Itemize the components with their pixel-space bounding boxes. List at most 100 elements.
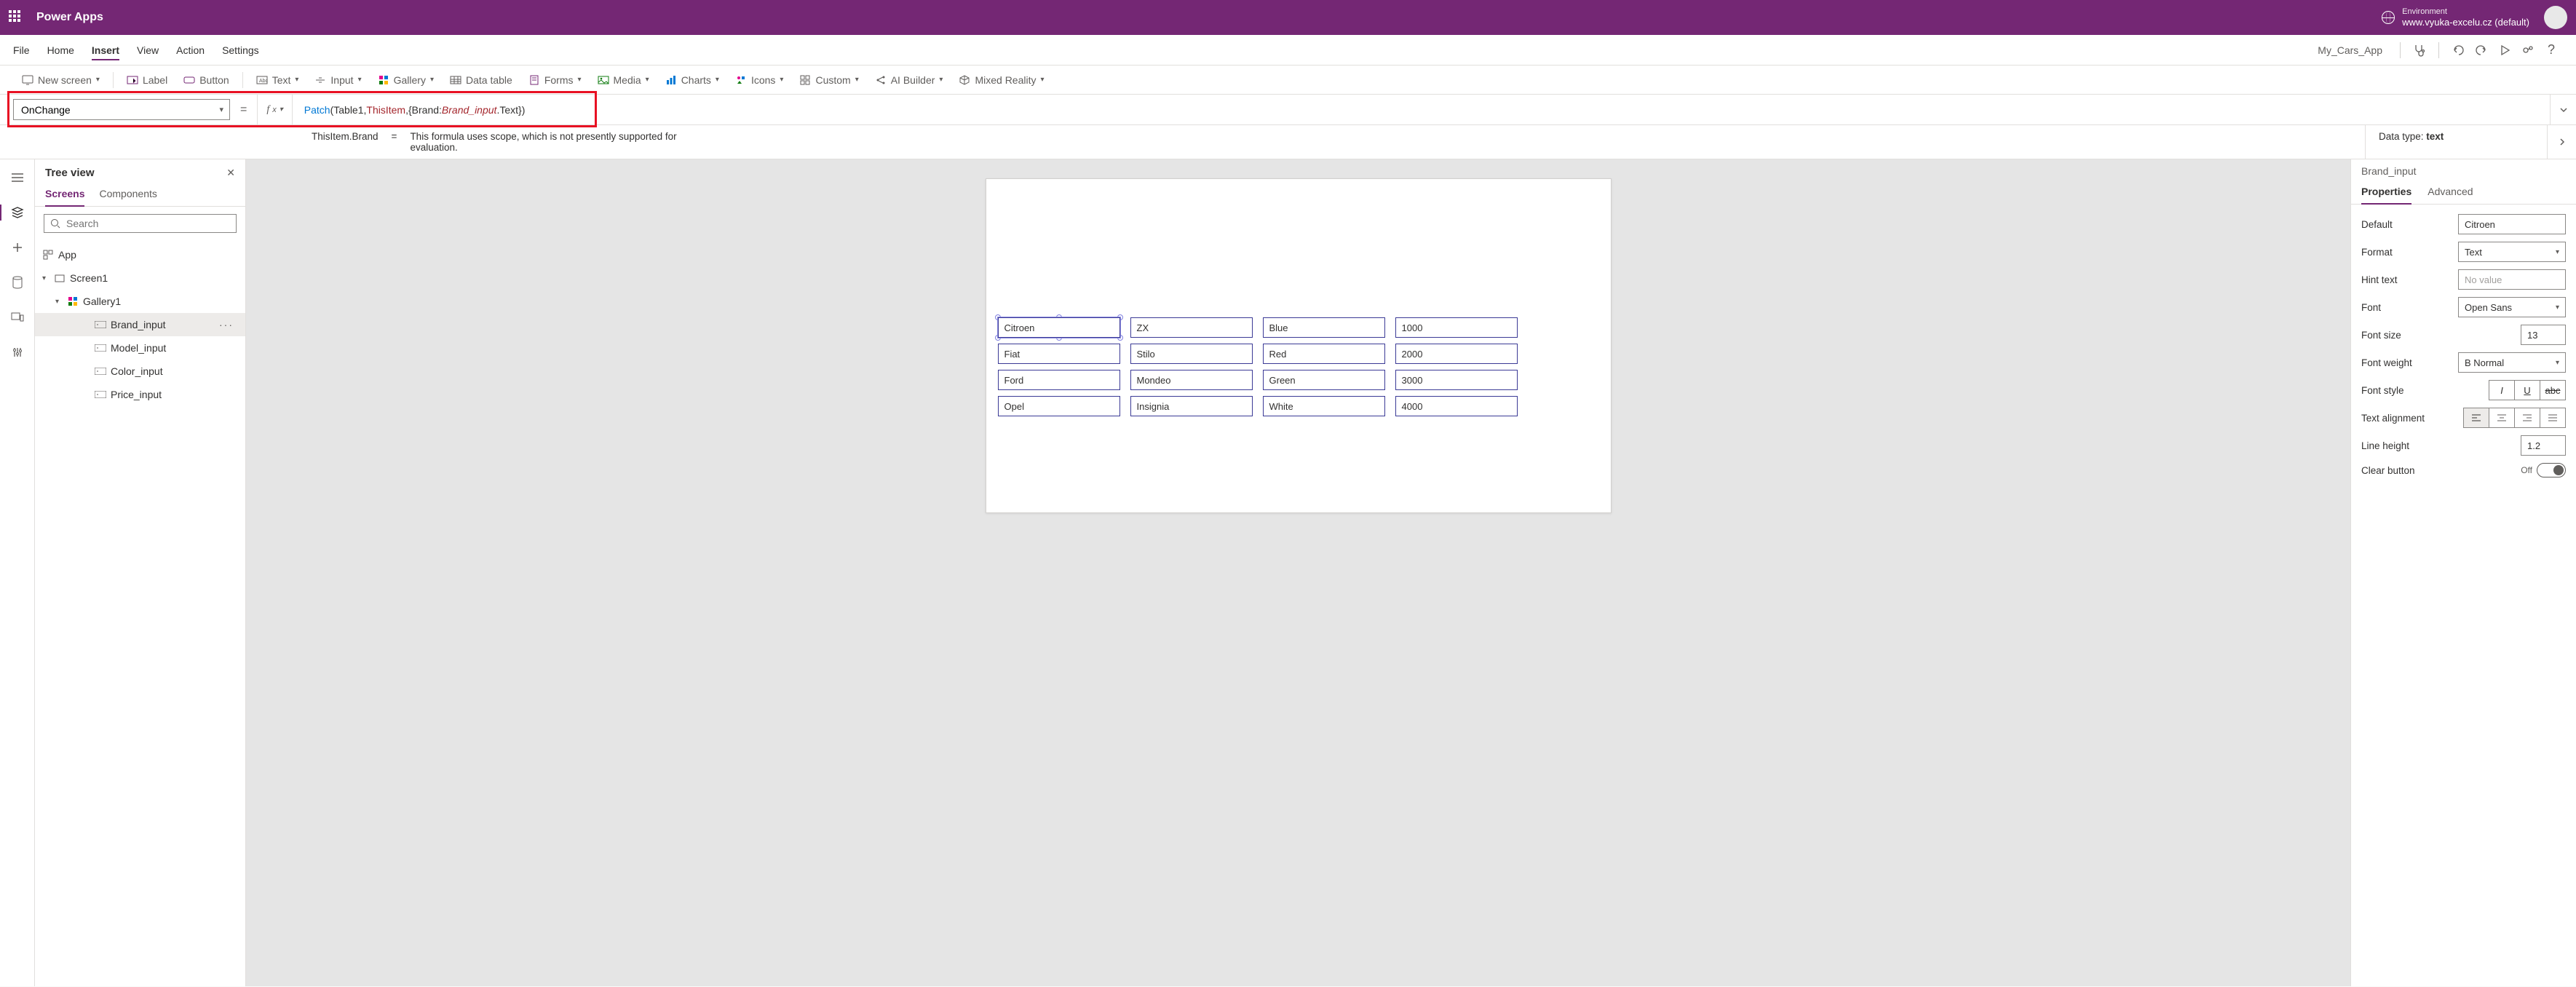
color-input-cell[interactable]: Green bbox=[1263, 370, 1385, 390]
price-input-cell[interactable]: 2000 bbox=[1395, 344, 1518, 364]
font-weight-select[interactable]: B Normal▾ bbox=[2458, 352, 2566, 373]
price-input-cell[interactable]: 3000 bbox=[1395, 370, 1518, 390]
info-next-button[interactable] bbox=[2547, 125, 2576, 159]
model-input-cell[interactable]: Stilo bbox=[1130, 344, 1253, 364]
menu-action[interactable]: Action bbox=[176, 44, 205, 56]
ai-builder-dropdown[interactable]: AI Builder▾ bbox=[869, 71, 949, 89]
formula-input[interactable]: Patch(Table1,ThisItem,{Brand:Brand_input… bbox=[293, 95, 2550, 124]
new-screen-dropdown[interactable]: New screen▾ bbox=[16, 71, 106, 89]
brand-input-cell[interactable]: Citroen bbox=[998, 317, 1120, 338]
menu-settings[interactable]: Settings bbox=[222, 44, 259, 56]
color-input-cell[interactable]: Blue bbox=[1263, 317, 1385, 338]
help-button[interactable]: ? bbox=[2540, 39, 2563, 62]
more-icon[interactable]: ··· bbox=[219, 319, 238, 330]
format-select[interactable]: Text▾ bbox=[2458, 242, 2566, 262]
strike-button[interactable]: abc bbox=[2540, 380, 2566, 400]
brand-input-cell[interactable]: Fiat bbox=[998, 344, 1120, 364]
clear-toggle[interactable] bbox=[2537, 463, 2566, 477]
share-button[interactable] bbox=[2516, 39, 2540, 62]
rail-data[interactable] bbox=[5, 270, 30, 295]
property-selector[interactable]: ▾ bbox=[13, 99, 230, 120]
button-button[interactable]: Button bbox=[178, 71, 234, 89]
rail-tools[interactable] bbox=[5, 340, 30, 365]
divider bbox=[113, 72, 114, 88]
charts-dropdown[interactable]: Charts▾ bbox=[659, 71, 725, 89]
tree-node-app[interactable]: App bbox=[35, 243, 245, 266]
play-button[interactable] bbox=[2493, 39, 2516, 62]
hint-input[interactable]: No value bbox=[2458, 269, 2566, 290]
media-dropdown[interactable]: Media▾ bbox=[592, 71, 655, 89]
tree-node-color-input[interactable]: Color_input bbox=[35, 360, 245, 383]
canvas-area[interactable]: Citroen ZX Blue 1000 Fiat Stilo Red 2000… bbox=[246, 159, 2350, 986]
user-avatar[interactable] bbox=[2544, 6, 2567, 29]
menu-home[interactable]: Home bbox=[47, 44, 74, 56]
model-input-cell[interactable]: Insignia bbox=[1130, 396, 1253, 416]
mixed-reality-dropdown[interactable]: Mixed Reality▾ bbox=[953, 71, 1050, 89]
icons-dropdown[interactable]: Icons▾ bbox=[729, 71, 790, 89]
line-height-input[interactable]: 1.2 bbox=[2521, 435, 2566, 456]
font-select[interactable]: Open Sans▾ bbox=[2458, 297, 2566, 317]
formula-expand-button[interactable] bbox=[2550, 95, 2576, 124]
align-center-button[interactable] bbox=[2489, 408, 2515, 428]
label-text: Label bbox=[143, 74, 167, 86]
tree-tab-components[interactable]: Components bbox=[99, 183, 156, 206]
custom-dropdown[interactable]: Custom▾ bbox=[793, 71, 864, 89]
charts-label: Charts bbox=[681, 74, 711, 86]
tree-tab-screens[interactable]: Screens bbox=[45, 183, 84, 207]
menu-file[interactable]: File bbox=[13, 44, 30, 56]
prop-format: Format Text▾ bbox=[2351, 238, 2576, 266]
layers-icon bbox=[11, 207, 24, 218]
props-tab-advanced[interactable]: Advanced bbox=[2428, 180, 2473, 204]
tree-node-price-input[interactable]: Price_input bbox=[35, 383, 245, 406]
align-right-button[interactable] bbox=[2514, 408, 2540, 428]
align-left-button[interactable] bbox=[2463, 408, 2489, 428]
input-dropdown[interactable]: Input▾ bbox=[309, 71, 367, 89]
tree-node-screen[interactable]: ▾ Screen1 bbox=[35, 266, 245, 290]
label-button[interactable]: Label bbox=[121, 71, 173, 89]
rail-insert[interactable] bbox=[5, 235, 30, 260]
brand-input-cell[interactable]: Opel bbox=[998, 396, 1120, 416]
price-input-cell[interactable]: 4000 bbox=[1395, 396, 1518, 416]
underline-button[interactable]: U bbox=[2514, 380, 2540, 400]
props-tab-properties[interactable]: Properties bbox=[2361, 180, 2411, 205]
tree-node-gallery[interactable]: ▾ Gallery1 bbox=[35, 290, 245, 313]
app-name[interactable]: My_Cars_App bbox=[2313, 41, 2387, 59]
color-input-cell[interactable]: White bbox=[1263, 396, 1385, 416]
play-icon bbox=[2499, 44, 2510, 56]
property-input[interactable] bbox=[21, 104, 222, 116]
model-input-cell[interactable]: ZX bbox=[1130, 317, 1253, 338]
rail-media[interactable] bbox=[5, 305, 30, 330]
default-input[interactable]: Citroen bbox=[2458, 214, 2566, 234]
app-launcher-icon[interactable] bbox=[9, 10, 23, 25]
forms-dropdown[interactable]: Forms▾ bbox=[523, 71, 587, 89]
gallery-dropdown[interactable]: Gallery▾ bbox=[372, 71, 440, 89]
tree-search-input[interactable] bbox=[66, 218, 230, 229]
data-table-button[interactable]: Data table bbox=[444, 71, 518, 89]
undo-button[interactable] bbox=[2446, 39, 2470, 62]
tree-node-model-input[interactable]: Model_input bbox=[35, 336, 245, 360]
fx-button[interactable]: fx▾ bbox=[257, 95, 292, 124]
tree-close-button[interactable]: ✕ bbox=[226, 167, 235, 179]
model-input-cell[interactable]: Mondeo bbox=[1130, 370, 1253, 390]
font-size-input[interactable]: 13 bbox=[2521, 325, 2566, 345]
align-justify-button[interactable] bbox=[2540, 408, 2566, 428]
redo-button[interactable] bbox=[2470, 39, 2493, 62]
screen-canvas[interactable]: Citroen ZX Blue 1000 Fiat Stilo Red 2000… bbox=[986, 178, 1612, 513]
ai-icon bbox=[875, 74, 887, 86]
environment-picker[interactable]: Environment www.vyuka-excelu.cz (default… bbox=[2382, 7, 2529, 28]
app-checker-button[interactable] bbox=[2408, 39, 2431, 62]
color-input-cell[interactable]: Red bbox=[1263, 344, 1385, 364]
text-dropdown[interactable]: Abc Text▾ bbox=[250, 71, 305, 89]
tree-node-brand-input[interactable]: Brand_input ··· bbox=[35, 313, 245, 336]
database-icon bbox=[12, 276, 23, 289]
help-icon: ? bbox=[2548, 42, 2555, 58]
menu-insert[interactable]: Insert bbox=[92, 44, 119, 60]
rail-tree-view[interactable] bbox=[5, 200, 30, 225]
tree-search[interactable] bbox=[44, 214, 237, 233]
brand-input-cell[interactable]: Ford bbox=[998, 370, 1120, 390]
app-title: Power Apps bbox=[36, 11, 103, 24]
menu-view[interactable]: View bbox=[137, 44, 159, 56]
price-input-cell[interactable]: 1000 bbox=[1395, 317, 1518, 338]
italic-button[interactable]: I bbox=[2489, 380, 2515, 400]
rail-hamburger[interactable] bbox=[5, 165, 30, 190]
